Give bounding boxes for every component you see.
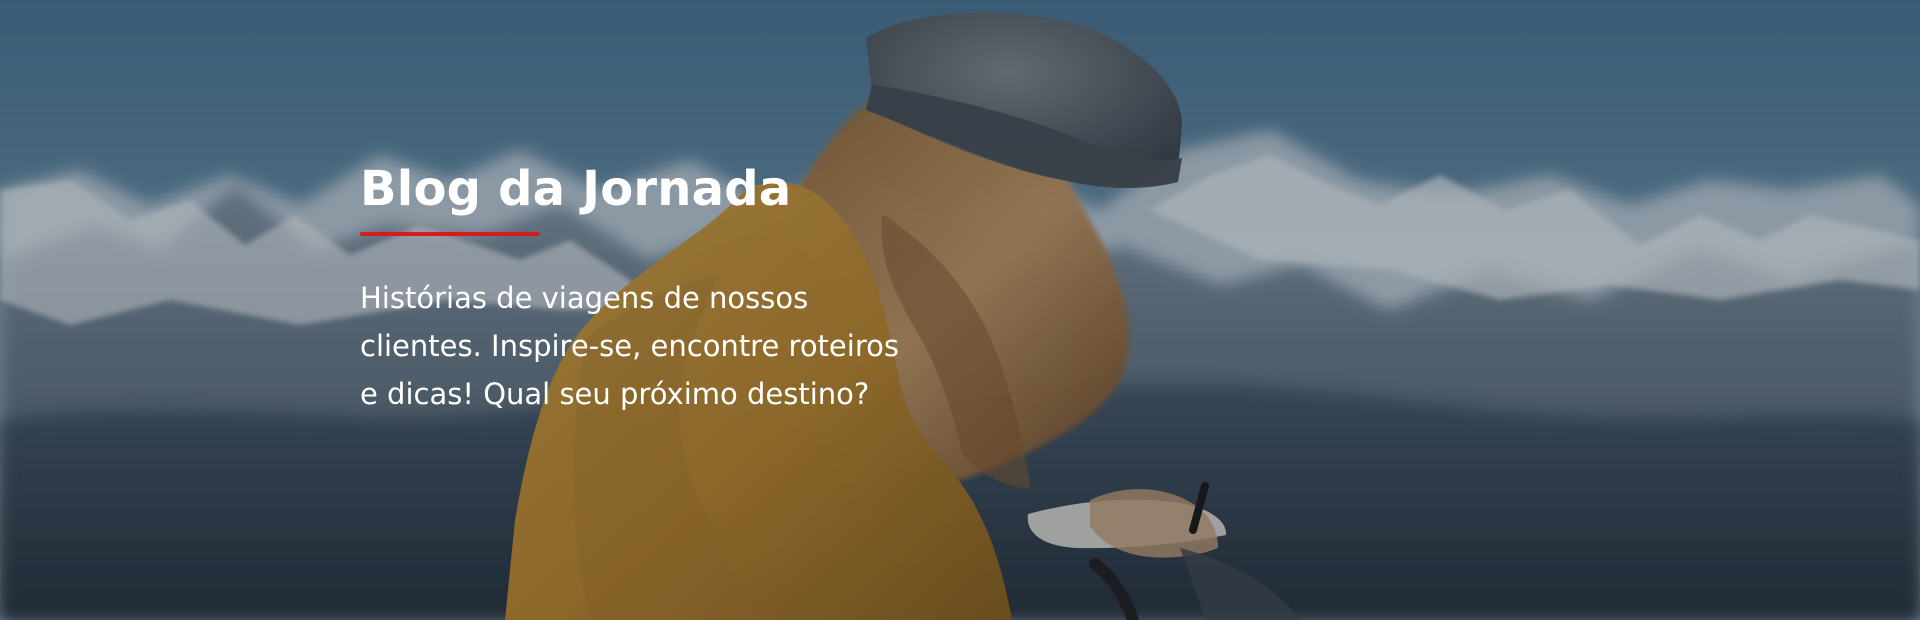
photo-dark-overlay [0, 0, 1920, 620]
hero-content: Blog da Jornada Histórias de viagens de … [360, 160, 920, 418]
hero-description: Histórias de viagens de nossos clientes.… [360, 281, 899, 411]
hero-banner: Blog da Jornada Histórias de viagens de … [0, 0, 1920, 620]
title-accent-underline [360, 232, 540, 236]
page-title: Blog da Jornada [360, 161, 792, 217]
